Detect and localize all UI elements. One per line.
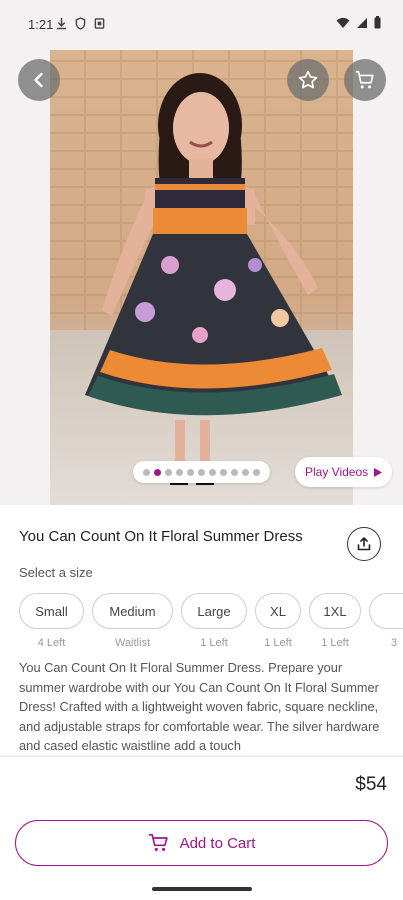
pagination-dot[interactable] xyxy=(176,468,183,476)
size-option-label: 1XL xyxy=(323,603,347,619)
pagination-dot[interactable] xyxy=(143,468,150,476)
pagination-dot[interactable] xyxy=(253,468,260,476)
size-availability: 1 Left xyxy=(264,637,292,649)
size-availability: 1 Left xyxy=(200,637,228,649)
status-bar: 1:21 xyxy=(0,0,403,50)
pagination-dot[interactable] xyxy=(165,468,172,476)
cellular-signal-icon xyxy=(357,17,367,28)
back-button[interactable] xyxy=(18,59,60,101)
shield-icon xyxy=(75,17,86,30)
size-selector[interactable]: Small 4 Left Medium Waitlist Large 1 Lef… xyxy=(19,593,403,653)
size-option-medium[interactable]: Medium xyxy=(92,593,173,629)
status-notification-icons xyxy=(56,17,105,30)
image-pagination-dots[interactable] xyxy=(133,461,270,483)
pagination-dot[interactable] xyxy=(209,468,216,476)
play-videos-label: Play Videos xyxy=(305,465,369,479)
wifi-icon xyxy=(336,17,350,28)
play-videos-button[interactable]: Play Videos xyxy=(295,457,393,487)
pagination-dot[interactable] xyxy=(242,468,249,476)
product-title: You Can Count On It Floral Summer Dress xyxy=(19,528,303,545)
add-to-cart-button[interactable]: Add to Cart xyxy=(15,820,388,866)
select-size-label: Select a size xyxy=(19,565,93,580)
favorite-button[interactable] xyxy=(287,59,329,101)
product-description: You Can Count On It Floral Summer Dress.… xyxy=(19,660,380,753)
download-icon xyxy=(56,18,67,30)
product-price: $54 xyxy=(355,774,387,795)
size-availability: 3 xyxy=(390,637,398,649)
size-option-label: Large xyxy=(197,603,231,619)
size-option-small[interactable]: Small xyxy=(19,593,84,629)
model-in-floral-dress-illustration xyxy=(85,73,342,485)
size-option-label: Small xyxy=(35,603,68,619)
cart-icon xyxy=(148,834,168,851)
size-availability: Waitlist xyxy=(114,637,151,649)
size-option-label: Medium xyxy=(109,603,156,619)
product-photo[interactable] xyxy=(50,50,353,505)
cart-icon xyxy=(355,70,374,89)
status-system-icons xyxy=(336,16,381,29)
app-notification-icon xyxy=(94,18,105,29)
pagination-dot[interactable] xyxy=(231,468,238,476)
status-time: 1:21 xyxy=(28,17,54,32)
size-option-xl[interactable]: XL xyxy=(255,593,301,629)
share-button[interactable] xyxy=(347,527,381,561)
pagination-dot[interactable] xyxy=(220,468,227,476)
add-to-cart-label: Add to Cart xyxy=(179,834,256,852)
size-option-label: XL xyxy=(270,603,286,619)
product-image-gallery[interactable]: Play Videos xyxy=(0,50,403,505)
pagination-dot-active[interactable] xyxy=(154,468,161,476)
home-indicator[interactable] xyxy=(152,887,252,891)
size-option-1xl[interactable]: 1XL xyxy=(309,593,361,629)
size-availability: 4 Left xyxy=(37,637,66,649)
back-arrow-icon xyxy=(34,72,43,88)
cart-button[interactable] xyxy=(344,59,386,101)
star-icon xyxy=(298,70,318,89)
size-option-partial[interactable] xyxy=(369,593,403,629)
size-availability: 1 Left xyxy=(321,637,349,649)
play-icon xyxy=(374,467,383,477)
pagination-dot[interactable] xyxy=(187,468,194,476)
share-icon xyxy=(357,537,371,551)
divider xyxy=(0,756,403,757)
size-option-large[interactable]: Large xyxy=(181,593,247,629)
pagination-dot[interactable] xyxy=(198,468,205,476)
battery-icon xyxy=(374,16,381,29)
